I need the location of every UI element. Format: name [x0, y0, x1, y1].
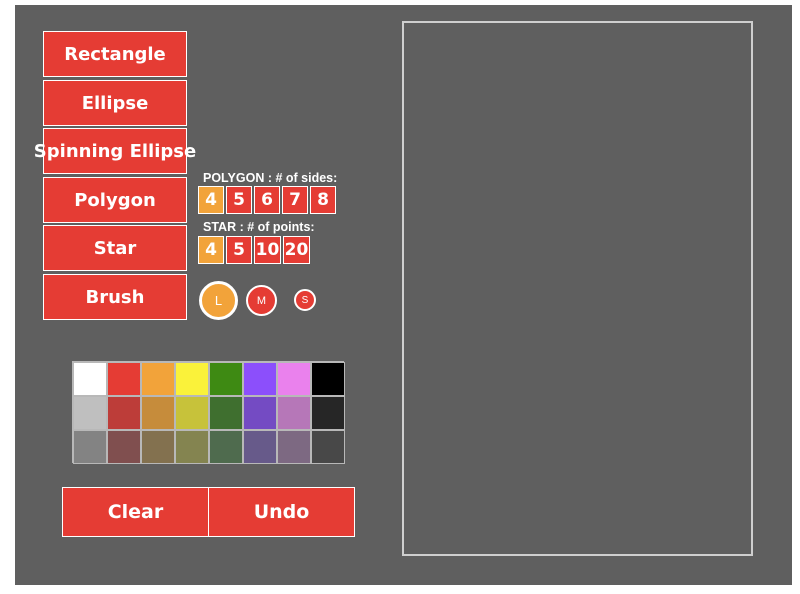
- color-swatch[interactable]: [311, 430, 345, 464]
- color-swatch[interactable]: [73, 430, 107, 464]
- color-swatch[interactable]: [243, 362, 277, 396]
- undo-button[interactable]: Undo: [208, 487, 355, 537]
- drawing-canvas[interactable]: [402, 21, 753, 556]
- polygon-sides-options: 45678: [198, 186, 338, 214]
- color-swatch[interactable]: [175, 396, 209, 430]
- rectangle-tool-button[interactable]: Rectangle: [43, 31, 187, 77]
- color-swatch[interactable]: [277, 430, 311, 464]
- brush-tool-button[interactable]: Brush: [43, 274, 187, 320]
- clear-button[interactable]: Clear: [62, 487, 209, 537]
- polygon-sides-4-button[interactable]: 4: [198, 186, 224, 214]
- star-points-options: 4 5 10 20: [198, 236, 312, 264]
- color-swatch[interactable]: [141, 362, 175, 396]
- color-swatch[interactable]: [311, 362, 345, 396]
- color-swatch[interactable]: [73, 362, 107, 396]
- polygon-sides-label: POLYGON : # of sides:: [203, 171, 338, 185]
- star-points-4-button[interactable]: 4: [198, 236, 224, 264]
- paint-app: Rectangle Ellipse Spinning Ellipse Polyg…: [15, 5, 792, 585]
- color-swatch[interactable]: [141, 430, 175, 464]
- spinning-ellipse-tool-button[interactable]: Spinning Ellipse: [34, 128, 196, 174]
- polygon-sides-6-button[interactable]: 6: [254, 186, 280, 214]
- color-swatch[interactable]: [107, 396, 141, 430]
- color-swatch[interactable]: [277, 362, 311, 396]
- ellipse-tool-button[interactable]: Ellipse: [43, 80, 187, 126]
- color-swatch[interactable]: [107, 430, 141, 464]
- polygon-sides-5-button[interactable]: 5: [226, 186, 252, 214]
- star-tool-button[interactable]: Star: [43, 225, 187, 271]
- color-swatch[interactable]: [209, 396, 243, 430]
- polygon-sides-8-button[interactable]: 8: [310, 186, 336, 214]
- brush-size-medium-button[interactable]: M: [246, 285, 277, 316]
- color-swatch[interactable]: [209, 430, 243, 464]
- color-palette: [72, 361, 345, 464]
- color-swatch[interactable]: [209, 362, 243, 396]
- polygon-sides-7-button[interactable]: 7: [282, 186, 308, 214]
- star-points-10-button[interactable]: 10: [254, 236, 281, 264]
- color-swatch[interactable]: [107, 362, 141, 396]
- color-swatch[interactable]: [243, 396, 277, 430]
- star-points-5-button[interactable]: 5: [226, 236, 252, 264]
- star-points-20-button[interactable]: 20: [283, 236, 310, 264]
- color-swatch[interactable]: [311, 396, 345, 430]
- color-swatch[interactable]: [243, 430, 277, 464]
- polygon-tool-button[interactable]: Polygon: [43, 177, 187, 223]
- color-swatch[interactable]: [141, 396, 175, 430]
- brush-size-large-button[interactable]: L: [199, 281, 238, 320]
- color-swatch[interactable]: [175, 430, 209, 464]
- color-swatch[interactable]: [175, 362, 209, 396]
- star-points-label: STAR : # of points:: [203, 220, 315, 234]
- color-swatch[interactable]: [73, 396, 107, 430]
- color-swatch[interactable]: [277, 396, 311, 430]
- brush-size-small-button[interactable]: S: [294, 289, 316, 311]
